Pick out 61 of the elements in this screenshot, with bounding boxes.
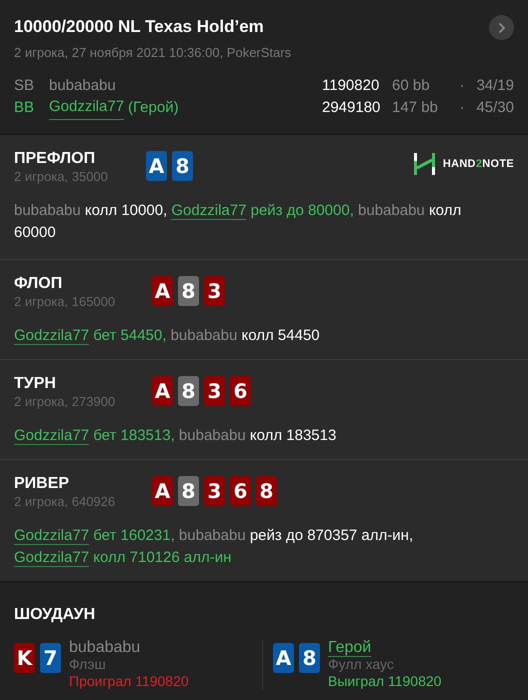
position-label: BB [14,98,36,118]
action-log: bubababu колл 10000, Godzzila77 рейз до 80000, bubababu колл 60000 [14,201,462,243]
action-log: Godzzila77 бет 183513, bubababu колл 183513 [14,426,338,447]
playing-card: A [152,376,173,406]
playing-card: A [152,276,173,306]
stack-bb: 60 bb [392,76,431,96]
playing-card: 8 [178,276,199,306]
playing-card: 6 [230,376,251,406]
result-text: Выиграл 1190820 [328,673,442,690]
playing-card: 8 [256,476,277,506]
next-button[interactable] [489,15,514,40]
player-link[interactable]: Godzzila77 [14,327,90,345]
playing-card: 8 [172,151,193,181]
playing-card: K [14,643,35,673]
playing-card: 6 [230,476,251,506]
hand-title: 10000/20000 NL Texas Hold’em [14,16,265,38]
playing-card: A [146,151,167,181]
playing-card: 3 [204,476,225,506]
position-label: SB [14,76,36,96]
h-logo-icon [414,153,435,175]
player-stats: 45/30 [475,98,514,118]
action-log: Godzzila77 бет 160231, bubababu рейз до 870357 алл-ин, Godzzila77 колл 710126 алл-ин [14,526,414,569]
separator-dot: · [458,98,466,118]
stack-amount: 2949180 [322,98,382,118]
street-info: 2 игрока, 35000 [14,169,109,185]
player-link[interactable]: Godzzila77 [171,202,246,220]
street-title: ФЛОП [14,274,64,294]
playing-card: A [152,476,173,506]
player-link[interactable]: Герой [328,639,372,657]
hand-rank: Флэш [69,656,107,673]
player-link[interactable]: Godzzila77 [49,96,124,120]
street-info: 2 игрока, 165000 [14,294,116,310]
player-name: bubababu [69,639,142,656]
player-link[interactable]: Godzzila77 [14,527,90,545]
player-name: bubababu [49,76,116,96]
playing-card: 3 [204,376,225,406]
street-title: РИВЕР [14,474,70,494]
stack-amount: 1190820 [322,76,380,96]
result-text: Проиграл 1190820 [69,673,189,690]
street-title: ТУРН [14,374,57,394]
hand2note-logo: HAND2NOTE [414,153,514,175]
street-title: ПРЕФЛОП [14,149,96,169]
player-link[interactable]: Godzzila77 [14,549,90,567]
hand-rank: Фулл хаус [328,656,395,673]
player-stats: 34/19 [475,76,514,96]
playing-card: A [273,643,294,673]
street-info: 2 игрока, 273900 [14,394,116,410]
playing-card: 7 [40,643,61,673]
stack-bb: 147 bb [392,98,439,118]
action-log: Godzzila77 бет 54450, bubababu колл 54450 [14,326,321,347]
hand-subtitle: 2 игрока, 27 ноября 2021 10:36:00, PokerStars [14,44,292,62]
playing-card: 8 [178,476,199,506]
playing-card: 3 [204,276,225,306]
playing-card: 8 [299,643,320,673]
player-link[interactable]: Godzzila77 [14,427,90,445]
chevron-right-icon [498,22,506,34]
separator-dot: · [458,76,466,96]
showdown-title: ШОУДАУН [14,605,96,625]
street-info: 2 игрока, 640926 [14,494,116,510]
playing-card: 8 [178,376,199,406]
hero-tag: (Герой) [128,96,179,120]
